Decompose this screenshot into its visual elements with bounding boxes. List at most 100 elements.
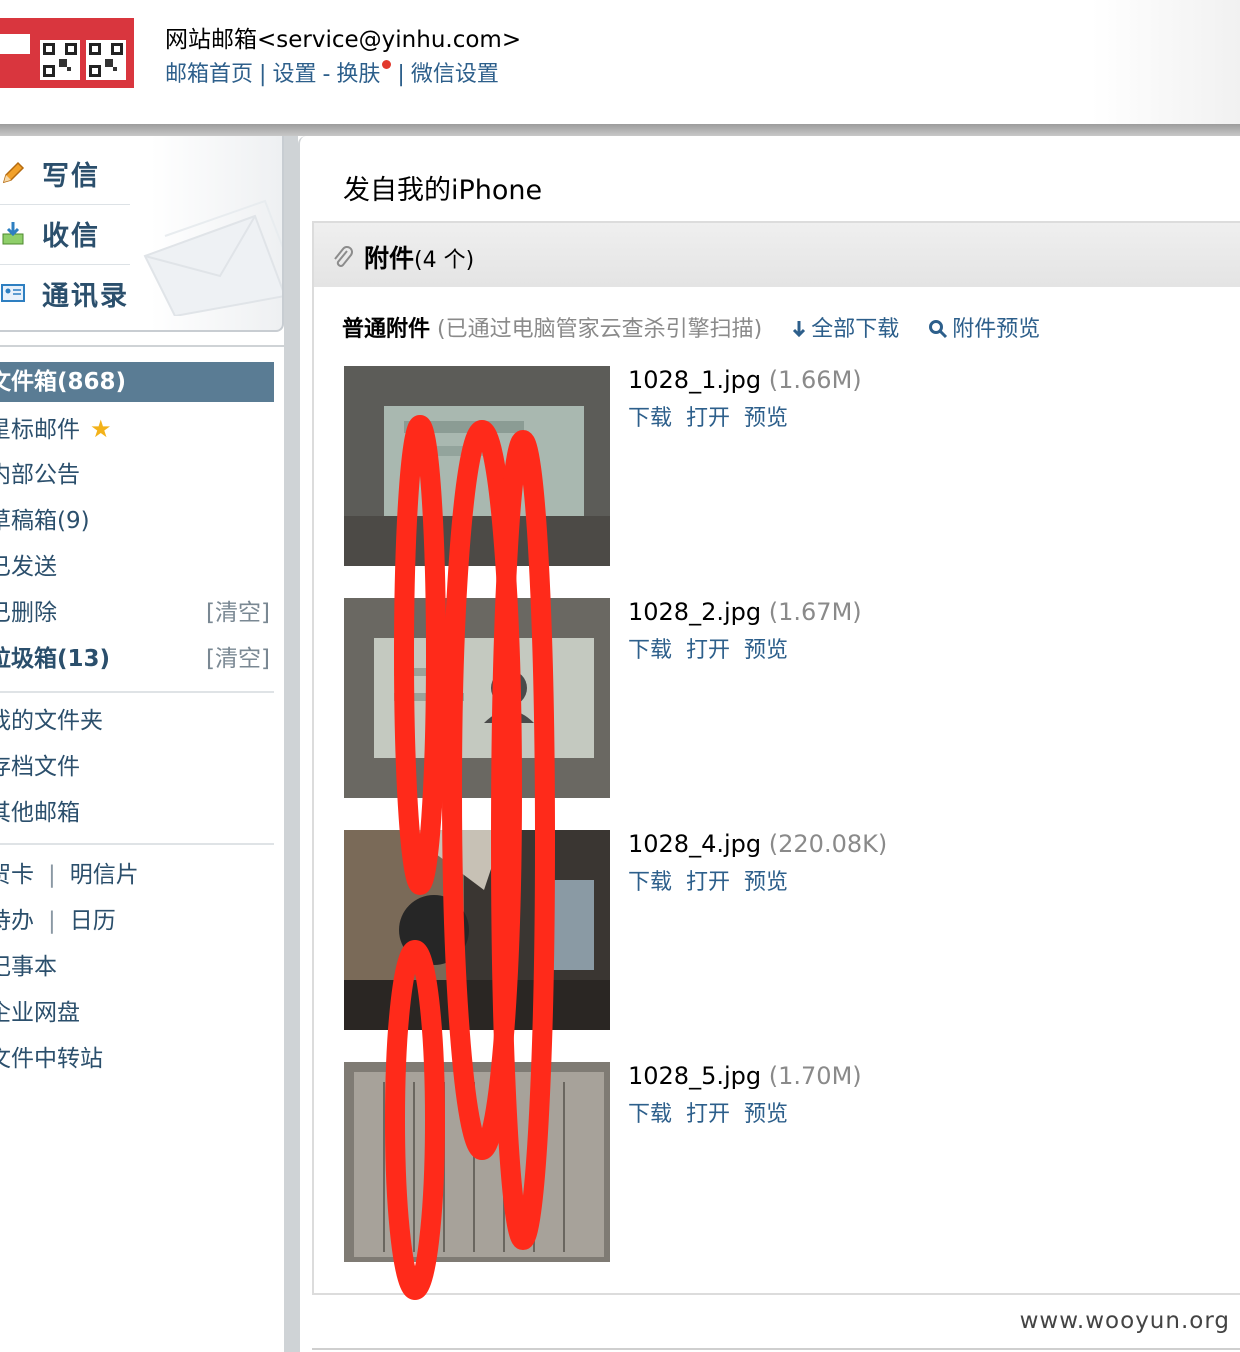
open-link[interactable]: 打开 <box>686 1102 730 1127</box>
divider <box>0 843 274 845</box>
preview-link[interactable]: 预览 <box>744 638 788 663</box>
attachment-file-size: (1.67M) <box>768 598 862 626</box>
contacts-button[interactable]: 通讯录 <box>0 264 140 322</box>
header-divider-bar <box>0 124 1240 136</box>
open-link[interactable]: 打开 <box>686 870 730 895</box>
clear-deleted-button[interactable]: [清空] <box>206 593 270 633</box>
envelope-watermark-icon <box>143 199 282 316</box>
attachment-item: 1028_4.jpg (220.08K) 下载 打开 预览 <box>344 830 1224 1030</box>
attachment-thumbnail[interactable] <box>344 598 610 798</box>
calendar-link[interactable]: 日历 <box>70 908 116 934</box>
download-link[interactable]: 下载 <box>628 638 672 663</box>
attachment-file-name: 1028_1.jpg (1.66M) <box>628 366 862 394</box>
contacts-card-icon <box>0 280 26 306</box>
attachment-item: 1028_2.jpg (1.67M) 下载 打开 预览 <box>344 598 1224 798</box>
attachment-file-name: 1028_5.jpg (1.70M) <box>628 1062 862 1090</box>
attachments-count: (4 个) <box>414 248 475 273</box>
open-link[interactable]: 打开 <box>686 638 730 663</box>
folder-drafts[interactable]: 草稿箱(9) <box>0 501 262 541</box>
attachment-file-size: (220.08K) <box>768 830 888 858</box>
folder-archive[interactable]: 存档文件 <box>0 747 262 787</box>
download-link[interactable]: 下载 <box>628 870 672 895</box>
attachment-file-size: (1.66M) <box>768 366 862 394</box>
attachments-title: 附件(4 个) <box>364 244 475 273</box>
preview-link[interactable]: 预览 <box>744 870 788 895</box>
paperclip-icon <box>334 246 353 267</box>
quick-actions-panel: 写信 收信 通讯录 <box>0 136 284 332</box>
folder-panel: 文件箱(868) 星标邮件★ 内部公告 草稿箱(9) 已发送 已删除[清空] 垃… <box>0 345 284 1352</box>
folder-deleted[interactable]: 已删除[清空] <box>0 593 274 633</box>
change-skin-link[interactable]: 换肤 <box>336 62 380 87</box>
logo-small-print <box>40 24 130 32</box>
logo-mark <box>0 34 30 54</box>
folder-other-mailbox[interactable]: 其他邮箱 <box>0 793 262 833</box>
preview-all-button[interactable]: 附件预览 <box>928 317 1040 342</box>
postcard-link[interactable]: 明信片 <box>70 862 139 888</box>
qr-code-icon <box>86 40 126 80</box>
qr-code-icon <box>40 40 80 80</box>
download-link[interactable]: 下载 <box>628 406 672 431</box>
wechat-settings-link[interactable]: 微信设置 <box>411 62 499 87</box>
receive-button[interactable]: 收信 <box>0 204 140 262</box>
attachment-item: 1028_5.jpg (1.70M) 下载 打开 预览 <box>344 1062 1224 1262</box>
folder-starred[interactable]: 星标邮件★ <box>0 409 262 449</box>
divider <box>0 691 274 693</box>
inbox-download-icon <box>0 220 26 246</box>
preview-link[interactable]: 预览 <box>744 1102 788 1127</box>
settings-link[interactable]: 设置 <box>272 62 316 87</box>
compose-button[interactable]: 写信 <box>0 144 140 202</box>
pencil-icon <box>0 160 26 186</box>
attachment-thumbnail[interactable] <box>344 366 610 566</box>
clear-spam-button[interactable]: [清空] <box>206 639 270 679</box>
attachments-header: 附件(4 个) <box>314 223 1240 287</box>
attachment-file-name: 1028_2.jpg (1.67M) <box>628 598 862 626</box>
preview-link[interactable]: 预览 <box>744 406 788 431</box>
attachment-thumbnail[interactable] <box>344 1062 610 1262</box>
attachment-file-size: (1.70M) <box>768 1062 862 1090</box>
attachment-actions: 下载 打开 预览 <box>628 864 802 896</box>
folder-spam[interactable]: 垃圾箱(13) [清空] <box>0 639 274 679</box>
folder-notice[interactable]: 内部公告 <box>0 455 262 495</box>
nav-separator: | <box>259 62 267 87</box>
attachment-actions: 下载 打开 预览 <box>628 1096 802 1128</box>
tools-row-todo: 待办|日历 <box>0 901 262 941</box>
download-link[interactable]: 下载 <box>628 1102 672 1127</box>
greeting-card-link[interactable]: 贺卡 <box>0 862 34 888</box>
header: 网站邮箱<service@yinhu.com> 邮箱首页 | 设置 - 换肤 | 微信设置 <box>0 0 1240 124</box>
folder-my-folders[interactable]: 我的文件夹 <box>0 701 262 741</box>
file-transfer-link[interactable]: 文件中转站 <box>0 1039 262 1079</box>
divider <box>312 1348 1240 1350</box>
header-nav: 邮箱首页 | 设置 - 换肤 | 微信设置 <box>165 56 499 88</box>
attachment-file-name: 1028_4.jpg (220.08K) <box>628 830 888 858</box>
folder-inbox[interactable]: 文件箱(868) <box>0 362 274 402</box>
mail-body-text: 发自我的iPhone <box>343 175 543 206</box>
logo[interactable] <box>0 18 134 88</box>
download-all-button[interactable]: 全部下载 <box>791 317 899 342</box>
attachment-actions: 下载 打开 预览 <box>628 632 802 664</box>
open-link[interactable]: 打开 <box>686 406 730 431</box>
magnifier-icon <box>929 320 948 339</box>
attachment-item: 1028_1.jpg (1.66M) 下载 打开 预览 <box>344 366 1224 566</box>
attachment-thumbnail[interactable] <box>344 830 610 1030</box>
attachments-panel: 附件(4 个) 普通附件 (已通过电脑管家云查杀引擎扫描) 全部下载 附件预览 … <box>312 221 1240 1295</box>
contacts-label: 通讯录 <box>42 280 129 312</box>
attachment-actions: 下载 打开 预览 <box>628 400 802 432</box>
attachment-kind-label: 普通附件 <box>342 317 431 342</box>
left-gutter <box>284 136 298 1352</box>
netdisk-link[interactable]: 企业网盘 <box>0 993 262 1033</box>
download-arrow-icon <box>793 321 806 338</box>
tools-row-cards: 贺卡|明信片 <box>0 855 262 895</box>
nav-separator: | <box>397 62 405 87</box>
folder-sent[interactable]: 已发送 <box>0 547 262 587</box>
compose-label: 写信 <box>42 160 100 192</box>
notes-link[interactable]: 记事本 <box>0 947 262 987</box>
watermark: www.wooyun.org <box>1019 1308 1230 1334</box>
mailbox-title: 网站邮箱<service@yinhu.com> <box>165 27 522 53</box>
nav-dash: - <box>322 62 331 87</box>
mailbox-home-link[interactable]: 邮箱首页 <box>165 62 253 87</box>
scan-note: (已通过电脑管家云查杀引擎扫描) <box>437 317 763 342</box>
star-icon: ★ <box>90 415 112 443</box>
todo-link[interactable]: 待办 <box>0 908 34 934</box>
receive-label: 收信 <box>42 220 100 252</box>
attachments-toolbar: 普通附件 (已通过电脑管家云查杀引擎扫描) 全部下载 附件预览 <box>342 311 1040 343</box>
